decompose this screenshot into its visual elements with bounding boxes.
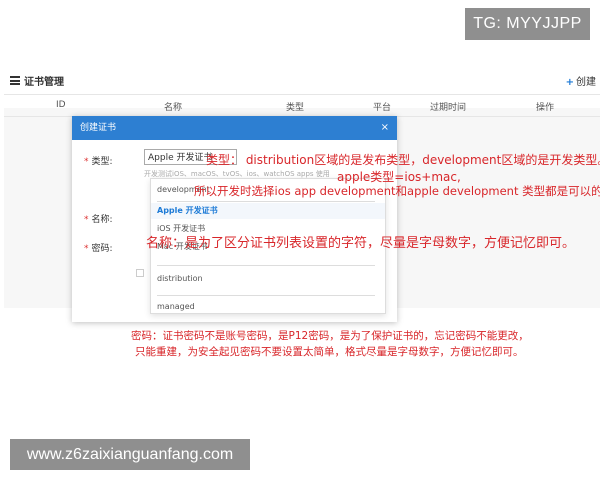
page-title: 证书管理 xyxy=(24,77,64,88)
dialog-title: 创建证书 xyxy=(80,123,117,133)
annotation-password-1: 密码：证书密码不是账号密码，是P12密码，是为了保护证书的，忘记密码不能更改， xyxy=(131,330,529,342)
watermark-bottom: www.z6zaixianguanfang.com xyxy=(10,439,250,470)
create-label: 创建 xyxy=(576,77,596,88)
annotation-name: 名称：是为了区分证书列表设置的字符，尽量是字母数字，方便记忆即可。 xyxy=(146,236,576,251)
create-button[interactable]: + 创建 xyxy=(566,73,596,88)
header-bar: 证书管理 + 创建 xyxy=(4,68,600,95)
menu-icon[interactable] xyxy=(10,76,20,85)
annotation-type: 类型： distribution区域的是发布类型，development区域的是… xyxy=(206,153,600,167)
type-label: * 类型: xyxy=(84,157,113,167)
divider xyxy=(157,201,375,202)
annotation-password-2: 只能重建，为安全起见密码不要设置太简单，格式尽量是字母数字，方便记忆即可。 xyxy=(135,346,524,358)
checkbox[interactable] xyxy=(136,269,144,277)
close-icon[interactable]: × xyxy=(381,116,389,140)
option-group-managed: managed xyxy=(157,302,195,311)
dialog-header: 创建证书 × xyxy=(72,116,397,140)
password-label: * 密码: xyxy=(84,244,113,254)
option-apple-dev[interactable]: Apple 开发证书 xyxy=(151,203,385,219)
watermark-top: TG: MYYJJPP xyxy=(465,8,590,40)
option-group-distribution: distribution xyxy=(157,274,203,283)
create-certificate-dialog: 创建证书 × * 类型: Apple 开发证书 开发测试iOS、macOS、tvO… xyxy=(72,116,397,322)
plus-icon: + xyxy=(565,77,574,88)
divider xyxy=(157,265,375,266)
divider xyxy=(157,295,375,296)
annotation-dev: 所以开发时选择ios app development和apple develop… xyxy=(194,184,600,198)
name-label: * 名称: xyxy=(84,215,113,225)
